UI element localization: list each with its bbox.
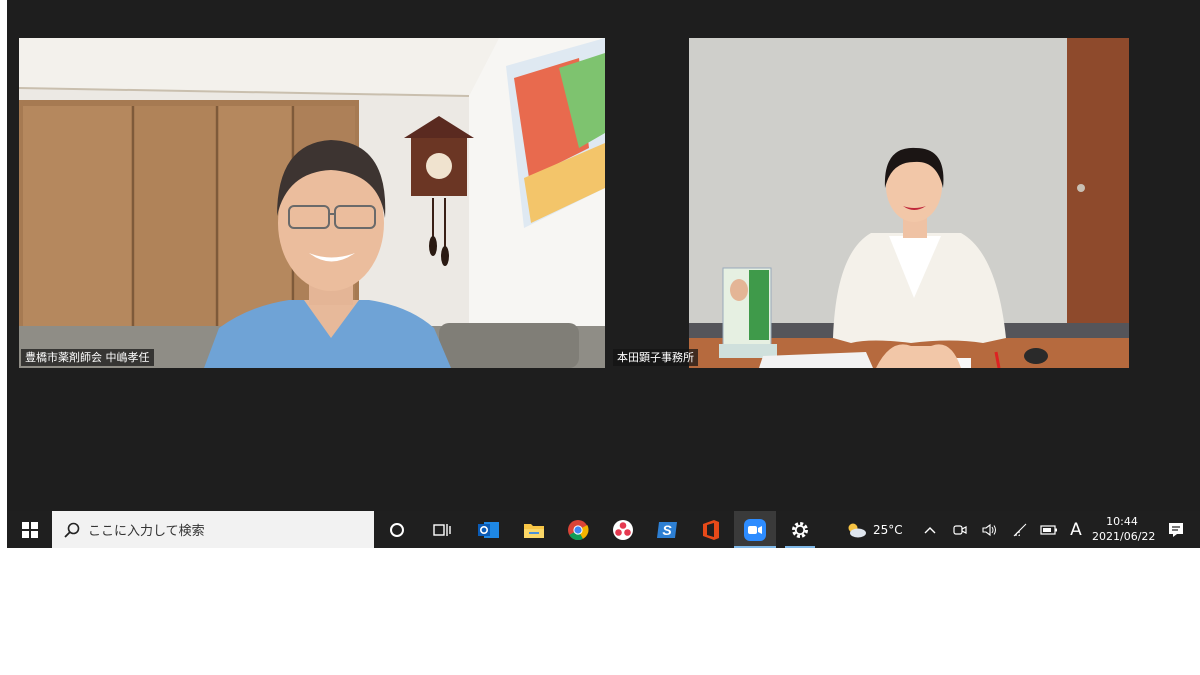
clock-date: 2021/06/22 bbox=[1092, 530, 1156, 543]
notification-icon[interactable] bbox=[1165, 511, 1187, 548]
meet-now-icon[interactable] bbox=[950, 511, 970, 548]
battery-icon[interactable] bbox=[1038, 511, 1060, 548]
video-frame-left bbox=[19, 38, 605, 368]
windows-start-icon[interactable] bbox=[15, 511, 45, 548]
cortana-icon[interactable] bbox=[382, 511, 412, 548]
app-circles-icon[interactable] bbox=[608, 511, 638, 548]
chrome-icon[interactable] bbox=[563, 511, 593, 548]
participant-video-left[interactable]: 豊橋市薬剤師会 中嶋孝任 bbox=[19, 38, 605, 368]
ime-mode-indicator[interactable]: A bbox=[1065, 511, 1087, 548]
wifi-icon[interactable] bbox=[1010, 511, 1030, 548]
zoom-meeting-window: 豊橋市薬剤師会 中嶋孝任 本田顕子事務所 bbox=[7, 0, 1200, 511]
outlook-icon[interactable] bbox=[474, 511, 504, 548]
gear-icon[interactable] bbox=[782, 511, 818, 548]
clock-time: 10:44 bbox=[1106, 515, 1138, 528]
taskbar-search-box[interactable]: ここに入力して検索 bbox=[52, 511, 374, 548]
app-s-icon[interactable]: S bbox=[652, 511, 682, 548]
participant-name-right: 本田顕子事務所 bbox=[613, 349, 698, 366]
windows-taskbar: ここに入力して検索 S 25°C A 10:44 2021/06/22 bbox=[7, 511, 1200, 548]
chevron-up-icon[interactable] bbox=[920, 511, 940, 548]
file-explorer-icon[interactable] bbox=[519, 511, 549, 548]
svg-text:S: S bbox=[662, 522, 672, 538]
search-icon bbox=[64, 522, 80, 538]
participant-video-right[interactable]: 本田顕子事務所 bbox=[611, 38, 1193, 368]
taskbar-clock[interactable]: 10:44 2021/06/22 bbox=[1092, 514, 1156, 544]
search-placeholder: ここに入力して検索 bbox=[88, 524, 205, 539]
participant-name-left: 豊橋市薬剤師会 中嶋孝任 bbox=[21, 349, 154, 366]
weather-widget[interactable]: 25°C bbox=[845, 511, 915, 548]
task-view-icon[interactable] bbox=[427, 511, 457, 548]
zoom-icon[interactable] bbox=[734, 511, 776, 548]
zoom-active-indicator bbox=[734, 546, 776, 548]
video-frame-right bbox=[611, 38, 1193, 368]
volume-icon[interactable] bbox=[980, 511, 1000, 548]
weather-temperature: 25°C bbox=[873, 522, 903, 537]
settings-active-indicator bbox=[785, 546, 815, 548]
office-icon[interactable] bbox=[696, 511, 726, 548]
weather-partly-cloudy-icon bbox=[848, 523, 866, 537]
